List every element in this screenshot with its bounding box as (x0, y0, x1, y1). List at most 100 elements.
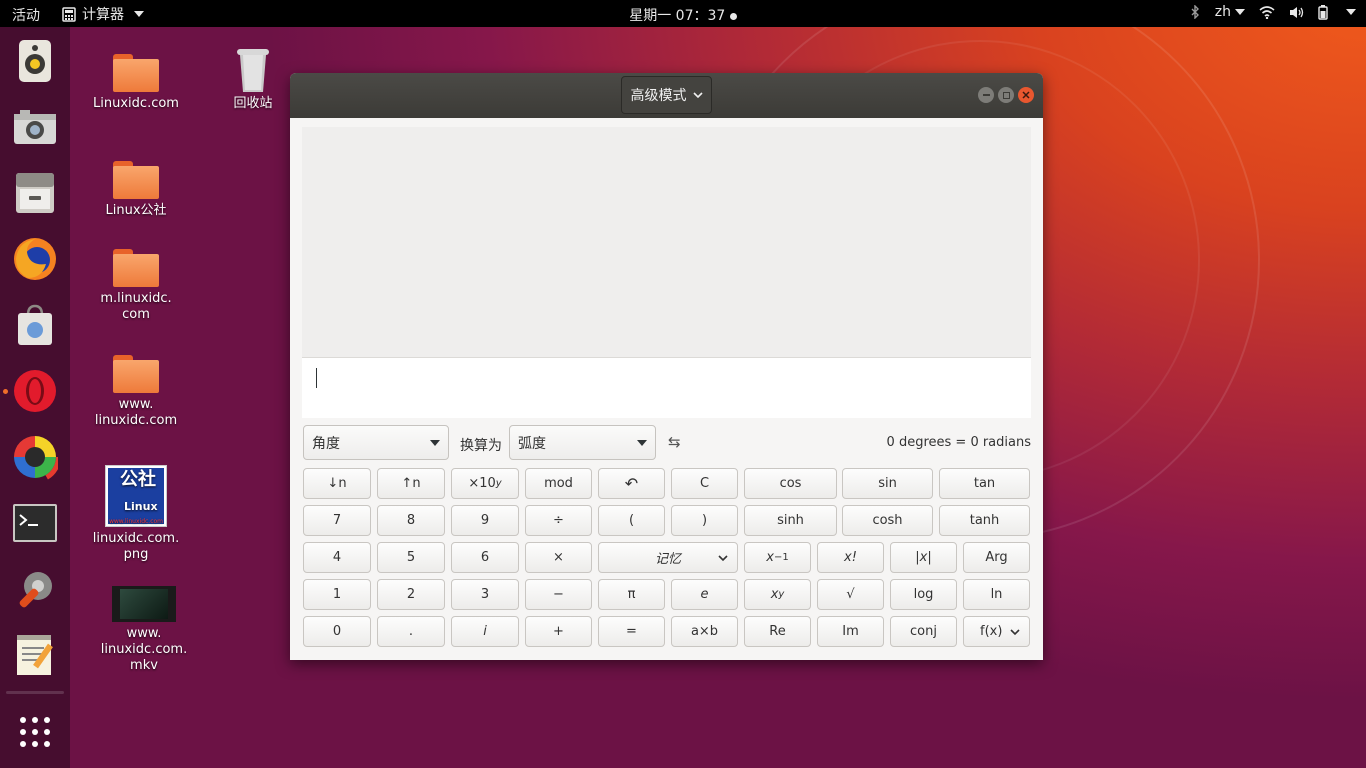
key-factorize[interactable]: a×b (671, 616, 738, 647)
clock: 星期一 07：37 (0, 5, 1366, 25)
memory-dropdown-button[interactable]: 记忆 (598, 542, 738, 573)
key-root[interactable]: √ (817, 579, 884, 610)
dock-files[interactable] (10, 168, 60, 218)
clock-label[interactable]: 星期一 07：37 (629, 8, 725, 24)
key-2[interactable]: 2 (377, 579, 445, 610)
chevron-down-icon (718, 551, 728, 565)
key-shift-down[interactable]: ↓n (303, 468, 371, 499)
key-pi[interactable]: π (598, 579, 665, 610)
key-imag-part[interactable]: Im (817, 616, 884, 647)
key-7[interactable]: 7 (303, 505, 371, 536)
key-superscript: y (778, 589, 785, 600)
key-undo[interactable]: ↶ (598, 468, 665, 499)
key-conj[interactable]: conj (890, 616, 957, 647)
desktop-trash[interactable]: 回收站 (203, 46, 303, 112)
key-label: cosh (872, 513, 903, 528)
close-button[interactable] (1018, 87, 1034, 103)
desktop-folder-m-linuxidc[interactable]: m.linuxidc. com (86, 249, 186, 323)
wifi-icon (1259, 5, 1275, 19)
key-1[interactable]: 1 (303, 579, 371, 610)
key-arg[interactable]: Arg (963, 542, 1030, 573)
key-subtract[interactable]: − (525, 579, 592, 610)
volume-icon (1290, 6, 1304, 18)
key-ln[interactable]: ln (963, 579, 1030, 610)
key-sin[interactable]: sin (842, 468, 933, 499)
desktop-file-png[interactable]: 公社 Linux www.linuxidc.com linuxidc.com. … (86, 465, 186, 563)
dock-terminal[interactable] (10, 498, 60, 548)
key-sinh[interactable]: sinh (744, 505, 837, 536)
key-decimal[interactable]: . (377, 616, 445, 647)
desktop-folder-linux-gongshe[interactable]: Linux公社 (86, 161, 186, 219)
key-imaginary[interactable]: i (451, 616, 519, 647)
key-equals[interactable]: = (598, 616, 665, 647)
expression-input[interactable] (302, 357, 1031, 418)
language-label: zh (1214, 4, 1231, 20)
text-cursor (316, 368, 317, 388)
key-add[interactable]: + (525, 616, 592, 647)
key-power[interactable]: xy (744, 579, 811, 610)
key-inverse[interactable]: x −1 (744, 542, 811, 573)
desktop-folder-linuxidc[interactable]: Linuxidc.com (86, 54, 186, 112)
system-tray[interactable]: zh (1189, 4, 1356, 20)
dock-screenshot[interactable] (10, 102, 60, 152)
bluetooth-icon[interactable] (1189, 5, 1201, 19)
key-abs[interactable]: |x| (890, 542, 957, 573)
activities-button[interactable]: 活动 (12, 5, 40, 25)
dock-text-editor[interactable] (10, 630, 60, 680)
desktop-icon-label: Linux公社 (105, 203, 167, 218)
key-cos[interactable]: cos (744, 468, 837, 499)
dock-firefox[interactable] (10, 234, 60, 284)
conversion-result: 0 degrees = 0 radians (886, 435, 1031, 450)
app-menu[interactable]: 计算器 (62, 4, 144, 24)
dock-color-picker[interactable] (10, 432, 60, 482)
maximize-button[interactable] (998, 87, 1014, 103)
dock-settings[interactable] (10, 564, 60, 614)
top-bar: 活动 计算器 星期一 07：37 zh (0, 0, 1366, 27)
to-unit-select[interactable]: 弧度 (509, 425, 656, 460)
key-label: √ (846, 587, 855, 602)
key-mod[interactable]: mod (525, 468, 592, 499)
key-log[interactable]: log (890, 579, 957, 610)
dock-software[interactable] (10, 300, 60, 350)
key-clear[interactable]: C (671, 468, 738, 499)
key-tan[interactable]: tan (939, 468, 1030, 499)
key-close-paren[interactable]: ) (671, 505, 738, 536)
mode-selector-button[interactable]: 高级模式 (621, 76, 712, 114)
key-open-paren[interactable]: ( (598, 505, 665, 536)
key-exponent[interactable]: ×10 y (451, 468, 519, 499)
key-label: + (553, 624, 564, 639)
key-8[interactable]: 8 (377, 505, 445, 536)
desktop-file-mkv[interactable]: www. linuxidc.com. mkv (94, 586, 194, 674)
key-3[interactable]: 3 (451, 579, 519, 610)
language-indicator[interactable]: zh (1215, 4, 1245, 20)
from-unit-select[interactable]: 角度 (303, 425, 449, 460)
key-5[interactable]: 5 (377, 542, 445, 573)
key-factorial[interactable]: x! (817, 542, 884, 573)
desktop-icon-label: Linuxidc.com (93, 96, 179, 111)
desktop-icon-label: 回收站 (233, 96, 273, 111)
show-applications-button[interactable] (10, 707, 60, 757)
system-menu-chevron-icon[interactable] (1346, 9, 1356, 15)
dock-rhythmbox[interactable] (10, 36, 60, 86)
key-4[interactable]: 4 (303, 542, 371, 573)
desktop-folder-www-linuxidc[interactable]: www. linuxidc.com (86, 355, 186, 429)
key-label: ×10 (468, 476, 496, 491)
key-6[interactable]: 6 (451, 542, 519, 573)
key-tanh[interactable]: tanh (939, 505, 1030, 536)
key-euler[interactable]: e (671, 579, 738, 610)
dock-opera[interactable] (10, 366, 60, 416)
key-label: 记忆 (654, 552, 681, 567)
swap-units-icon[interactable]: ⇆ (668, 433, 681, 451)
key-label: ÷ (553, 513, 564, 528)
key-real[interactable]: Re (744, 616, 811, 647)
key-cosh[interactable]: cosh (842, 505, 933, 536)
key-0[interactable]: 0 (303, 616, 371, 647)
minimize-button[interactable] (978, 87, 994, 103)
function-dropdown-button[interactable]: f(x) (963, 616, 1030, 647)
trash-icon (237, 49, 269, 92)
key-multiply[interactable]: × (525, 542, 592, 573)
key-label: 1 (332, 587, 342, 602)
key-9[interactable]: 9 (451, 505, 519, 536)
key-shift-up[interactable]: ↑n (377, 468, 445, 499)
key-divide[interactable]: ÷ (525, 505, 592, 536)
